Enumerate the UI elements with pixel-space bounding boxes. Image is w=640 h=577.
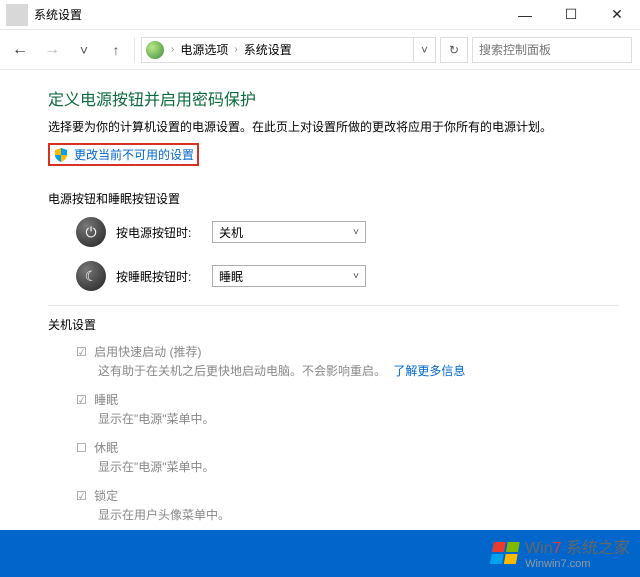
sleep-desc: 显示在"电源"菜单中。	[98, 410, 618, 427]
window-title: 系统设置	[34, 6, 502, 23]
power-options-icon	[146, 41, 164, 59]
section-title-buttons: 电源按钮和睡眠按钮设置	[48, 190, 618, 207]
watermark-text2: 系统之家	[566, 540, 630, 557]
hibernate-label: 休眠	[94, 441, 118, 455]
maximize-button[interactable]: ☐	[548, 0, 594, 30]
breadcrumb-item-power[interactable]: 电源选项	[177, 41, 231, 58]
hibernate-desc: 显示在"电源"菜单中。	[98, 458, 618, 475]
admin-link-label: 更改当前不可用的设置	[74, 146, 194, 163]
search-input[interactable]	[472, 37, 632, 63]
chevron-down-icon: ˅	[353, 227, 359, 238]
sleep-button-label: 按睡眠按钮时:	[116, 268, 212, 285]
power-button-select[interactable]: 关机 ˅	[212, 221, 366, 243]
refresh-button[interactable]: ↻	[440, 37, 468, 63]
chevron-right-icon[interactable]: ›	[168, 44, 177, 55]
sleep-label: 睡眠	[94, 393, 118, 407]
shield-icon	[53, 147, 69, 163]
power-button-label: 按电源按钮时:	[116, 224, 212, 241]
divider	[48, 305, 618, 306]
fast-startup-checkbox[interactable]: ☑	[76, 345, 87, 359]
up-button[interactable]: ˅	[68, 36, 100, 64]
lock-checkbox[interactable]: ☑	[76, 489, 87, 503]
fast-startup-desc: 这有助于在关机之后更快地启动电脑。不会影响重启。	[98, 364, 386, 378]
sleep-button-select[interactable]: 睡眠 ˅	[212, 265, 366, 287]
sleep-button-icon: ☾	[76, 261, 106, 291]
close-button[interactable]: ✕	[594, 0, 640, 30]
watermark: Win7 系统之家 Winwin7.com	[491, 534, 630, 570]
chevron-down-icon: ˅	[353, 271, 359, 282]
chevron-right-icon[interactable]: ›	[231, 44, 240, 55]
up-folder-button[interactable]: ↑	[100, 36, 132, 64]
window-icon	[6, 4, 28, 26]
forward-button[interactable]: →	[36, 36, 68, 64]
breadcrumb-item-settings[interactable]: 系统设置	[241, 41, 295, 58]
back-button[interactable]: ←	[4, 36, 36, 64]
watermark-text1: Win	[525, 540, 553, 557]
page-description: 选择要为你的计算机设置的电源设置。在此页上对设置所做的更改将应用于你所有的电源计…	[48, 118, 618, 135]
fast-startup-label: 启用快速启动 (推荐)	[94, 345, 201, 359]
power-button-value: 关机	[219, 224, 243, 241]
hibernate-checkbox[interactable]: ☐	[76, 441, 87, 455]
sleep-button-value: 睡眠	[219, 268, 243, 285]
change-unavailable-settings-link[interactable]: 更改当前不可用的设置	[48, 143, 199, 166]
breadcrumb[interactable]: › 电源选项 › 系统设置 ˅	[141, 37, 436, 63]
watermark-url: Winwin7.com	[525, 558, 630, 570]
learn-more-link[interactable]: 了解更多信息	[393, 364, 465, 378]
breadcrumb-dropdown[interactable]: ˅	[413, 38, 435, 62]
section-title-shutdown: 关机设置	[48, 316, 618, 333]
lock-desc: 显示在用户头像菜单中。	[98, 506, 618, 523]
minimize-button[interactable]: —	[502, 0, 548, 30]
windows-logo-icon	[489, 541, 521, 563]
power-button-icon: ⏻	[76, 217, 106, 247]
divider	[134, 38, 135, 62]
lock-label: 锁定	[94, 489, 118, 503]
sleep-checkbox[interactable]: ☑	[76, 393, 87, 407]
page-title: 定义电源按钮并启用密码保护	[48, 86, 618, 110]
